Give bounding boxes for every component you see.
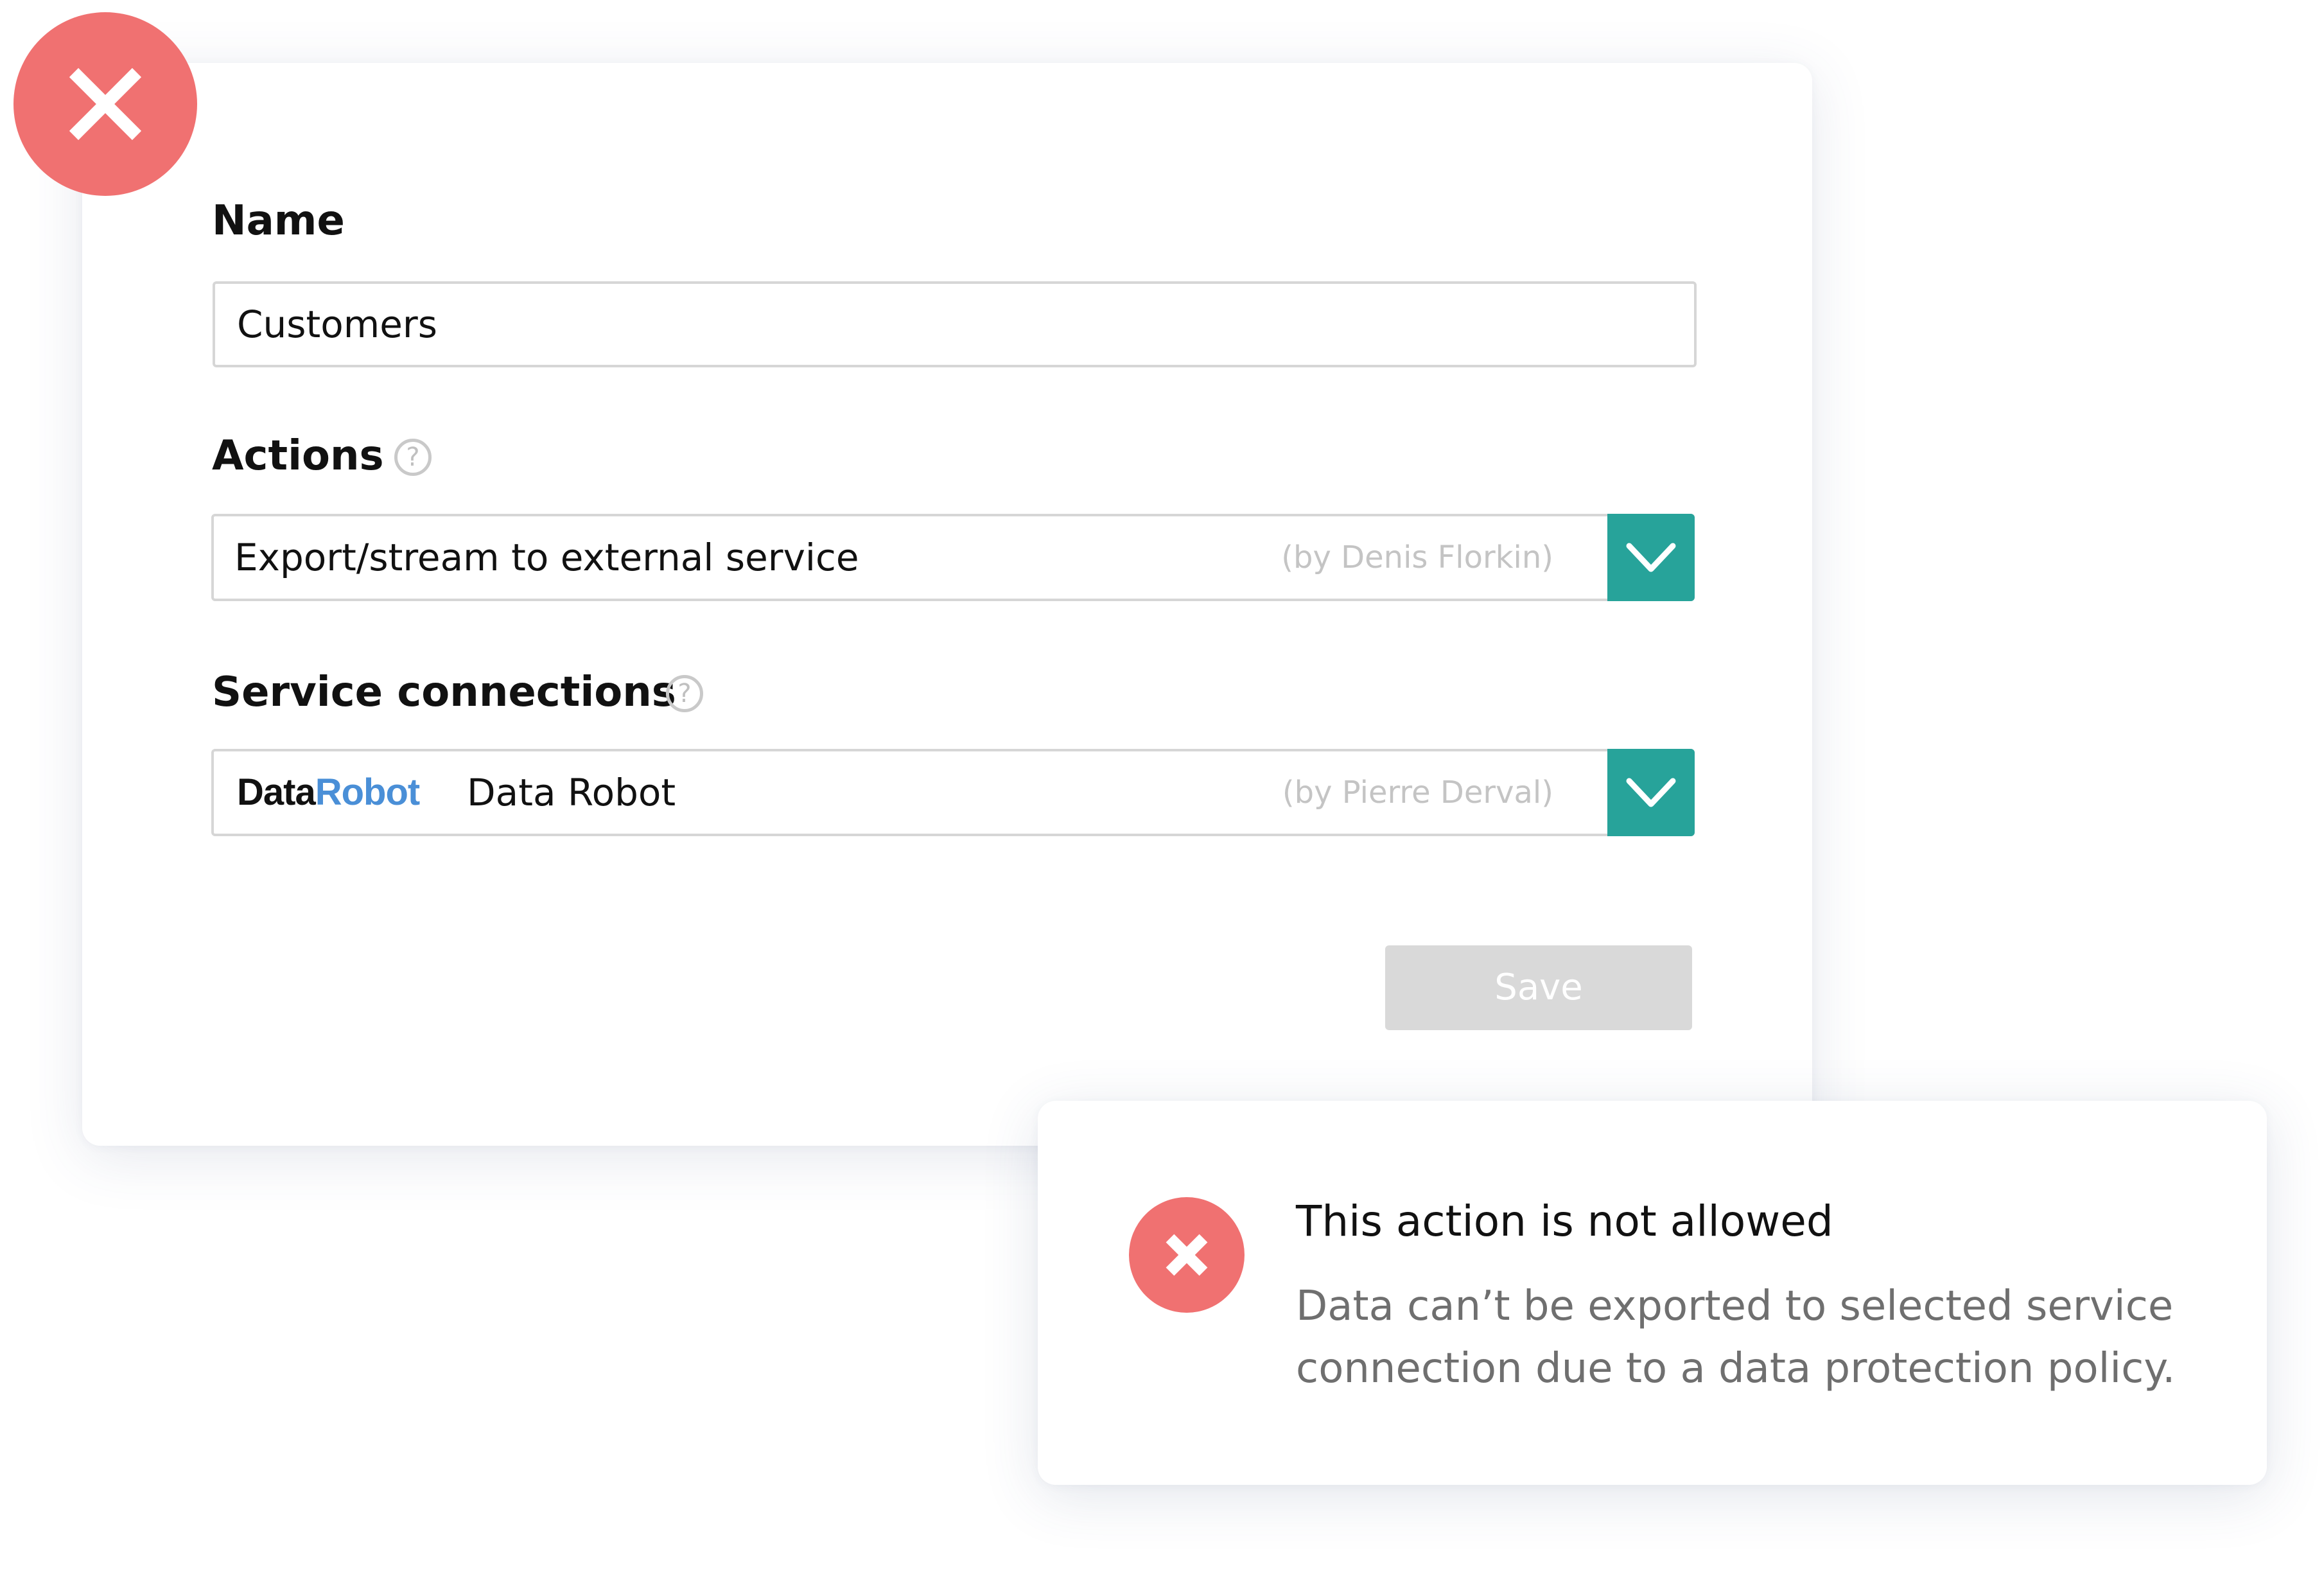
toast-message: Data can’t be exported to selected servi… [1296,1283,2176,1393]
close-icon [69,67,142,141]
close-icon [1166,1234,1208,1276]
chevron-down-icon [1626,778,1676,807]
service-owner: (by Pierre Derval) [1282,775,1553,811]
question-circle-icon[interactable]: ? [666,675,703,712]
actions-selected-value: Export/stream to external service [234,536,859,579]
save-button[interactable]: Save [1385,945,1692,1030]
question-circle-icon[interactable]: ? [394,439,432,476]
datarobot-logo: DataRobot [237,771,420,813]
error-badge [13,12,197,196]
actions-dropdown-button[interactable] [1607,514,1695,601]
actions-owner: (by Denis Florkin) [1281,539,1553,575]
service-connections-label: Service connections [212,669,676,716]
name-label: Name [212,197,345,245]
actions-select[interactable]: Export/stream to external service (by De… [211,514,1695,601]
error-toast: This action is not allowed Data can’t be… [1038,1101,2267,1485]
service-connection-select[interactable]: DataRobot Data Robot (by Pierre Derval) [211,749,1695,836]
service-dropdown-button[interactable] [1607,749,1695,836]
name-input[interactable] [213,281,1697,367]
chevron-down-icon [1626,543,1676,572]
error-icon-badge [1129,1197,1245,1313]
toast-title: This action is not allowed [1296,1196,1833,1246]
actions-label: Actions [212,432,384,480]
service-selected-value: Data Robot [467,771,676,814]
form-card: Name Actions ? Export/stream to external… [82,63,1812,1146]
